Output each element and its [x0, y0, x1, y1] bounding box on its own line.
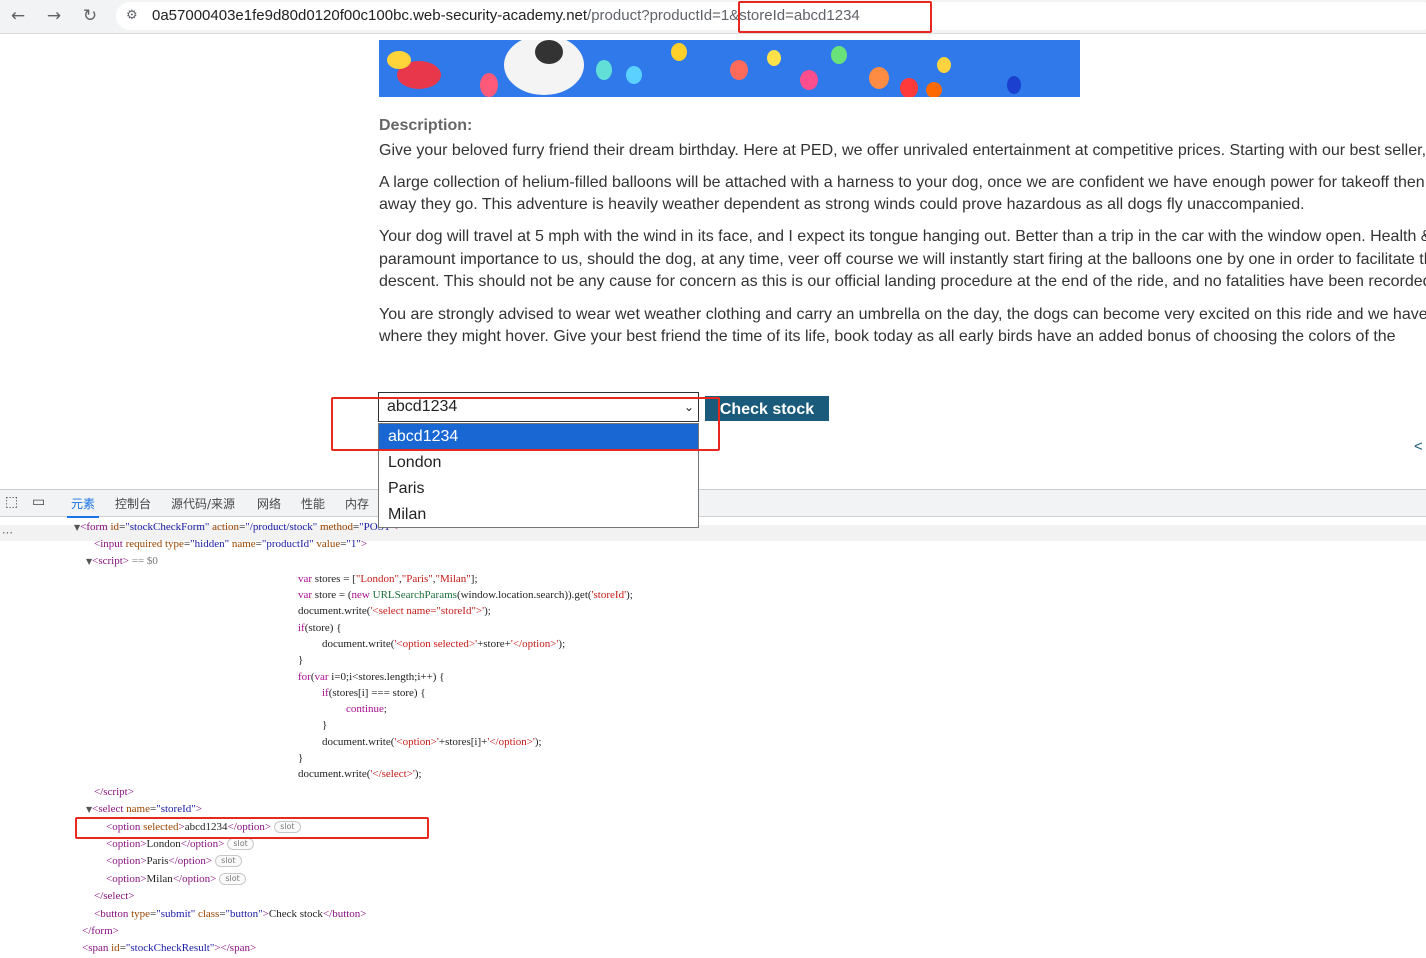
devtools-panel: ⬚ ▭ 元素 控制台 源代码/来源 网络 性能 内存 ⋯ ▼<form id="…: [0, 489, 1426, 958]
dom-node-form-close[interactable]: </form>: [82, 923, 119, 939]
code-line: for(var i=0;i<stores.length;i++) {: [298, 671, 445, 683]
dom-node-input[interactable]: <input required type="hidden" name="prod…: [94, 536, 367, 552]
dropdown-option[interactable]: Milan: [379, 502, 698, 528]
dom-node-form[interactable]: ▼<form id="stockCheckForm" action="/prod…: [74, 519, 401, 535]
slot-badge[interactable]: slot: [227, 838, 254, 850]
code-line: }: [298, 752, 304, 764]
select-highlight-box: [331, 397, 720, 451]
description-paragraph: You are strongly advised to wear wet wea…: [379, 306, 1426, 346]
description-paragraph: A large collection of helium-filled ball…: [379, 174, 1426, 213]
forward-arrow-icon[interactable]: →: [41, 4, 67, 28]
device-toolbar-icon[interactable]: ▭: [32, 494, 45, 510]
dom-node-option[interactable]: <option>Milan</option> slot: [106, 871, 246, 887]
tab-sources[interactable]: 源代码/来源: [171, 495, 235, 512]
code-line: document.write('</select>');: [298, 768, 422, 780]
browser-toolbar: ← → ↻ ⚙ 0a57000403e1fe9d80d0120f00c100bc…: [0, 0, 1426, 34]
url-host: 0a57000403e1fe9d80d0120f00c100bc.web-sec…: [152, 7, 588, 24]
description-label: Description:: [379, 117, 473, 134]
check-stock-button[interactable]: Check stock: [705, 396, 829, 421]
description-paragraph: Your dog will travel at 5 mph with the w…: [379, 228, 1426, 291]
devtools-toolbar: ⬚ ▭ 元素 控制台 源代码/来源 网络 性能 内存: [0, 490, 1426, 518]
slot-badge[interactable]: slot: [215, 855, 242, 867]
dom-node-script-close[interactable]: </script>: [94, 784, 134, 800]
site-info-icon[interactable]: ⚙: [126, 8, 142, 24]
code-line: if(stores[i] === store) {: [322, 687, 426, 699]
dom-node-script[interactable]: ▼<script> == $0: [86, 553, 158, 569]
dom-node-option[interactable]: <option>Paris</option> slot: [106, 853, 242, 869]
code-line: document.write('<option>'+stores[i]+'</o…: [322, 736, 542, 748]
code-line: document.write('<select name="storeId">'…: [298, 605, 491, 617]
side-link[interactable]: <: [1414, 438, 1423, 455]
tab-network[interactable]: 网络: [257, 495, 281, 512]
reload-icon[interactable]: ↻: [77, 4, 103, 28]
code-line: var store = (new URLSearchParams(window.…: [298, 589, 633, 601]
code-line: document.write('<option selected>'+store…: [322, 638, 566, 650]
code-line: if(store) {: [298, 622, 342, 634]
inspect-element-icon[interactable]: ⬚: [5, 494, 18, 510]
option-highlight-box: [75, 817, 429, 839]
tab-performance[interactable]: 性能: [301, 495, 325, 512]
more-dots-icon[interactable]: ⋯: [2, 526, 13, 539]
slot-badge[interactable]: slot: [219, 873, 246, 885]
description-paragraph: Give your beloved furry friend their dre…: [379, 142, 1426, 159]
dom-node-select-close[interactable]: </select>: [94, 888, 135, 904]
dropdown-option[interactable]: London: [379, 450, 698, 476]
code-line: }: [298, 654, 304, 666]
product-image: [379, 40, 1080, 97]
tab-memory[interactable]: 内存: [345, 495, 369, 512]
dropdown-option[interactable]: Paris: [379, 476, 698, 502]
url-highlight-box: [738, 1, 932, 33]
code-line: continue;: [346, 703, 387, 715]
selected-node-marker: == $0: [131, 555, 158, 567]
back-arrow-icon[interactable]: ←: [5, 4, 31, 28]
url-path-query: /product?productId=1: [587, 7, 730, 24]
dom-node-span[interactable]: <span id="stockCheckResult"></span>: [82, 940, 256, 956]
code-line: }: [322, 719, 328, 731]
tab-elements[interactable]: 元素: [66, 495, 100, 518]
code-line: var stores = ["London","Paris","Milan"];: [298, 573, 478, 585]
tab-console[interactable]: 控制台: [115, 495, 151, 512]
dom-node-button[interactable]: <button type="submit" class="button">Che…: [94, 906, 367, 922]
product-description: Description: Give your beloved furry fri…: [379, 115, 1426, 357]
dom-node-select[interactable]: ▼<select name="storeId">: [86, 801, 202, 817]
